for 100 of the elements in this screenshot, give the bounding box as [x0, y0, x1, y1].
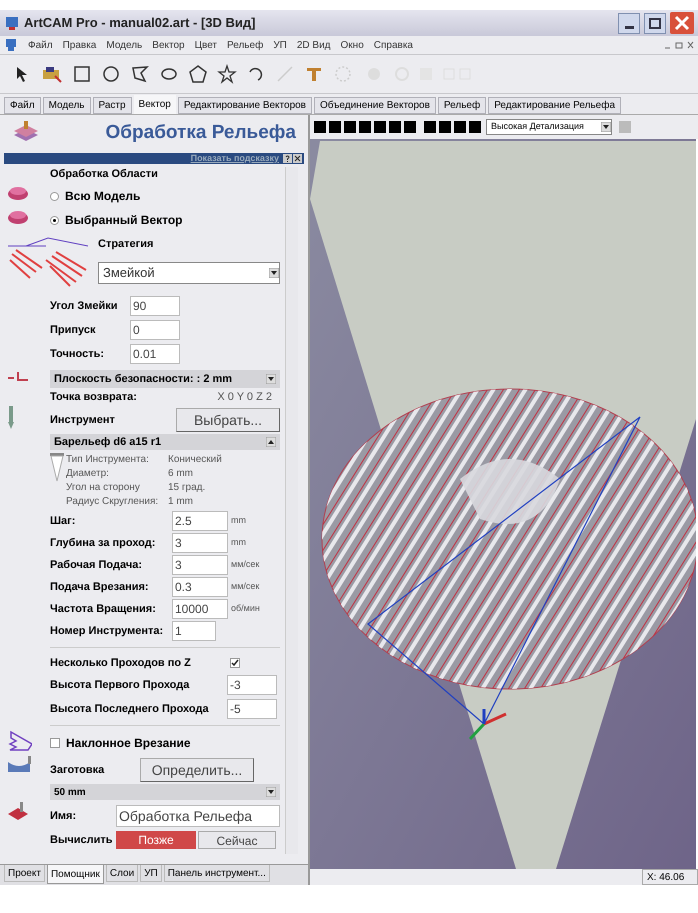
ribbon-tab[interactable]: Модель: [42, 97, 90, 114]
dropdown-arrow-icon[interactable]: [269, 268, 279, 278]
ribbon-tab[interactable]: Объединение Векторов: [314, 97, 436, 114]
tool-property-value: 1 mm: [168, 494, 193, 508]
panel-tab[interactable]: Проект: [4, 865, 45, 882]
node-edit-icon[interactable]: [41, 64, 63, 84]
collapse-icon[interactable]: [266, 437, 276, 447]
field-label: Точка возврата:: [50, 390, 137, 405]
expand-icon[interactable]: [266, 787, 276, 797]
input-field[interactable]: 90: [130, 296, 180, 316]
tool-icon: [6, 406, 16, 430]
tool-property-value: Конический: [168, 452, 222, 466]
ribbon-tab[interactable]: Рельеф: [438, 97, 486, 114]
panel-tab[interactable]: Слои: [106, 865, 138, 882]
tool-property-label: Радиус Скругления:: [66, 494, 160, 508]
input-field[interactable]: 3: [172, 533, 228, 553]
star-icon[interactable]: [217, 64, 237, 84]
panel-tab[interactable]: Панель инструмент...: [164, 865, 270, 882]
field-label: Инструмент: [50, 412, 116, 428]
tool-property-label: Диаметр:: [66, 466, 110, 480]
rectangle-icon[interactable]: [72, 64, 92, 84]
unit-label: mm: [231, 514, 246, 528]
help-icon[interactable]: [283, 154, 292, 163]
ribbon-tab[interactable]: Файл: [4, 97, 41, 114]
checkbox[interactable]: [230, 658, 240, 668]
detail-dropdown[interactable]: Высокая Детализация: [486, 119, 612, 135]
menu-item[interactable]: Окно: [340, 38, 364, 52]
field-label: Номер Инструмента:: [50, 624, 164, 639]
field-label: Шаг:: [50, 514, 76, 529]
layers-icon: [6, 208, 30, 226]
blank-size-dropdown[interactable]: 50 mm: [54, 784, 86, 800]
tool-property-label: Угол на сторону: [66, 480, 141, 494]
checkbox-label: Несколько Проходов по Z: [50, 656, 192, 671]
menu-item[interactable]: Рельеф: [227, 38, 264, 52]
maximize-button[interactable]: [644, 12, 666, 34]
ribbon-tab[interactable]: Вектор: [134, 95, 176, 114]
tool-property-label: Тип Инструмента:: [66, 452, 150, 466]
ribbon-tab[interactable]: Растр: [92, 97, 132, 114]
menu-item[interactable]: Файл: [28, 38, 53, 52]
input-field[interactable]: 2.5: [172, 511, 228, 531]
field-label: Рабочая Подача:: [50, 558, 144, 573]
material-block-icon: [6, 756, 32, 774]
minimize-button[interactable]: [618, 12, 640, 34]
scrollbar[interactable]: [285, 167, 298, 854]
unit-label: mm: [231, 536, 246, 550]
radio-button[interactable]: [50, 192, 59, 200]
menu-item[interactable]: Цвет: [194, 38, 218, 52]
checkbox[interactable]: [50, 738, 60, 748]
field-label: Точность:: [50, 346, 106, 362]
menu-item[interactable]: УП: [273, 38, 287, 52]
define-blank-button[interactable]: Определить...: [140, 758, 254, 782]
input-field[interactable]: -5: [227, 699, 277, 719]
radio-label: Выбранный Вектор: [65, 212, 183, 229]
ribbon-tab[interactable]: Редактирование Векторов: [178, 97, 312, 114]
close-icon[interactable]: [293, 154, 302, 163]
strategy-dropdown[interactable]: Змейкой: [98, 262, 280, 284]
menu-item[interactable]: Справка: [374, 38, 413, 52]
app-icon: [4, 15, 20, 31]
close-button[interactable]: [670, 12, 694, 34]
expand-icon[interactable]: [266, 374, 276, 384]
input-field[interactable]: 0.3: [172, 577, 228, 597]
ribbon-tab[interactable]: Редактирование Рельефа: [488, 97, 622, 114]
field-label: Подача Врезания:: [50, 580, 150, 595]
axis-icon: [468, 709, 507, 740]
conical-tool-icon: [50, 453, 64, 483]
section-heading: Обработка Области: [50, 166, 158, 182]
radio-label: Всю Модель: [65, 188, 140, 205]
menu-item[interactable]: Модель: [106, 38, 142, 52]
input-field[interactable]: 0.01: [130, 344, 180, 364]
later-button[interactable]: Позже: [116, 831, 196, 849]
dotted-circle-icon[interactable]: [333, 64, 353, 84]
field-label: Имя:: [50, 808, 78, 824]
tool-property-value: 6 mm: [168, 466, 193, 480]
menu-item[interactable]: Правка: [62, 38, 96, 52]
panel-tab[interactable]: УП: [140, 865, 162, 882]
input-field[interactable]: 1: [172, 621, 216, 641]
now-button[interactable]: Сейчас: [198, 831, 276, 849]
circle-icon[interactable]: [101, 64, 121, 84]
polyline-icon[interactable]: [130, 64, 150, 84]
panel-tab[interactable]: Помощник: [46, 865, 104, 884]
input-field[interactable]: 10000: [172, 599, 228, 619]
menu-item[interactable]: Вектор: [152, 38, 185, 52]
menu-item[interactable]: 2D Вид: [296, 38, 331, 52]
checkbox-label: Наклонное Врезание: [66, 735, 191, 752]
unit-label: мм/сек: [231, 580, 260, 594]
input-field[interactable]: 3: [172, 555, 228, 575]
name-field[interactable]: Обработка Рельефа: [116, 805, 280, 827]
select-tool-button[interactable]: Выбрать...: [176, 408, 280, 432]
unit-label: об/мин: [231, 602, 260, 616]
window-title: ArtCAM Pro - manual02.art - [3D Вид]: [24, 14, 256, 32]
radio-button[interactable]: [50, 216, 59, 224]
field-label: Высота Последнего Прохода: [50, 702, 210, 717]
field-label: Заготовка: [50, 762, 106, 778]
window-controls-icon[interactable]: [664, 41, 694, 49]
input-field[interactable]: -3: [227, 675, 277, 695]
field-label: Глубина за проход:: [50, 536, 156, 551]
field-label: Частота Вращения:: [50, 602, 157, 617]
dropdown-arrow-icon[interactable]: [601, 122, 611, 132]
input-field[interactable]: 0: [130, 320, 180, 340]
polygon-icon[interactable]: [188, 64, 208, 84]
